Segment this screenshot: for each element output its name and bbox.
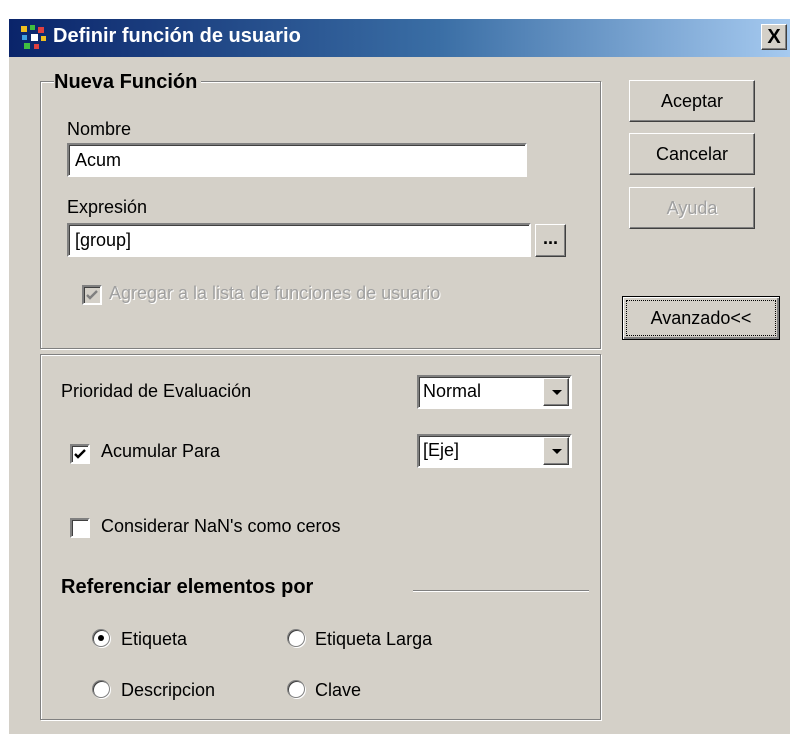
chevron-down-icon[interactable] (543, 437, 569, 465)
nueva-funcion-legend: Nueva Función (54, 71, 202, 94)
radio-etiqueta[interactable] (92, 629, 110, 647)
prioridad-label: Prioridad de Evaluación (61, 381, 252, 401)
acumular-checkbox[interactable] (70, 444, 90, 464)
cancelar-button[interactable]: Cancelar (629, 133, 755, 175)
window-title: Definir función de usuario (53, 25, 301, 47)
dialog-window: Definir función de usuario X Nueva Funci… (8, 18, 790, 734)
chevron-down-icon[interactable] (543, 378, 569, 406)
title-bar[interactable]: Definir función de usuario X (9, 19, 790, 57)
aceptar-button[interactable]: Aceptar (629, 80, 755, 122)
nan-checkbox[interactable] (70, 518, 90, 538)
avanzado-button[interactable]: Avanzado<< (622, 296, 780, 340)
radio-etiqueta-label: Etiqueta (121, 629, 188, 649)
nombre-input[interactable]: Acum (67, 143, 527, 177)
avanzado-label: Avanzado<< (650, 308, 752, 328)
expresion-label: Expresión (67, 197, 148, 217)
acumular-value: [Eje] (423, 440, 460, 460)
radio-selected-dot (98, 635, 104, 641)
expresion-input[interactable]: [group] (67, 223, 531, 257)
nombre-label: Nombre (67, 119, 132, 139)
section-divider (413, 590, 589, 592)
radio-clave-label: Clave (315, 680, 362, 700)
check-icon (74, 449, 86, 459)
agregar-checkbox[interactable] (82, 285, 102, 305)
radio-clave[interactable] (287, 680, 305, 698)
agregar-label: Agregar a la lista de funciones de usuar… (109, 283, 441, 303)
radio-descripcion[interactable] (92, 680, 110, 698)
prioridad-value: Normal (423, 381, 482, 401)
nan-label: Considerar NaN's como ceros (101, 516, 341, 536)
radio-descripcion-label: Descripcion (121, 680, 216, 700)
check-icon (86, 290, 98, 300)
expresion-browse-button[interactable]: ... (535, 224, 566, 257)
prioridad-select[interactable]: Normal (417, 375, 572, 409)
close-button[interactable]: X (761, 24, 787, 50)
referenciar-title: Referenciar elementos por (61, 576, 314, 598)
acumular-select[interactable]: [Eje] (417, 434, 572, 468)
radio-etiqueta-larga-label: Etiqueta Larga (315, 629, 433, 649)
ayuda-button[interactable]: Ayuda (629, 187, 755, 229)
acumular-label: Acumular Para (101, 441, 221, 461)
app-icon (21, 25, 46, 49)
radio-etiqueta-larga[interactable] (287, 629, 305, 647)
